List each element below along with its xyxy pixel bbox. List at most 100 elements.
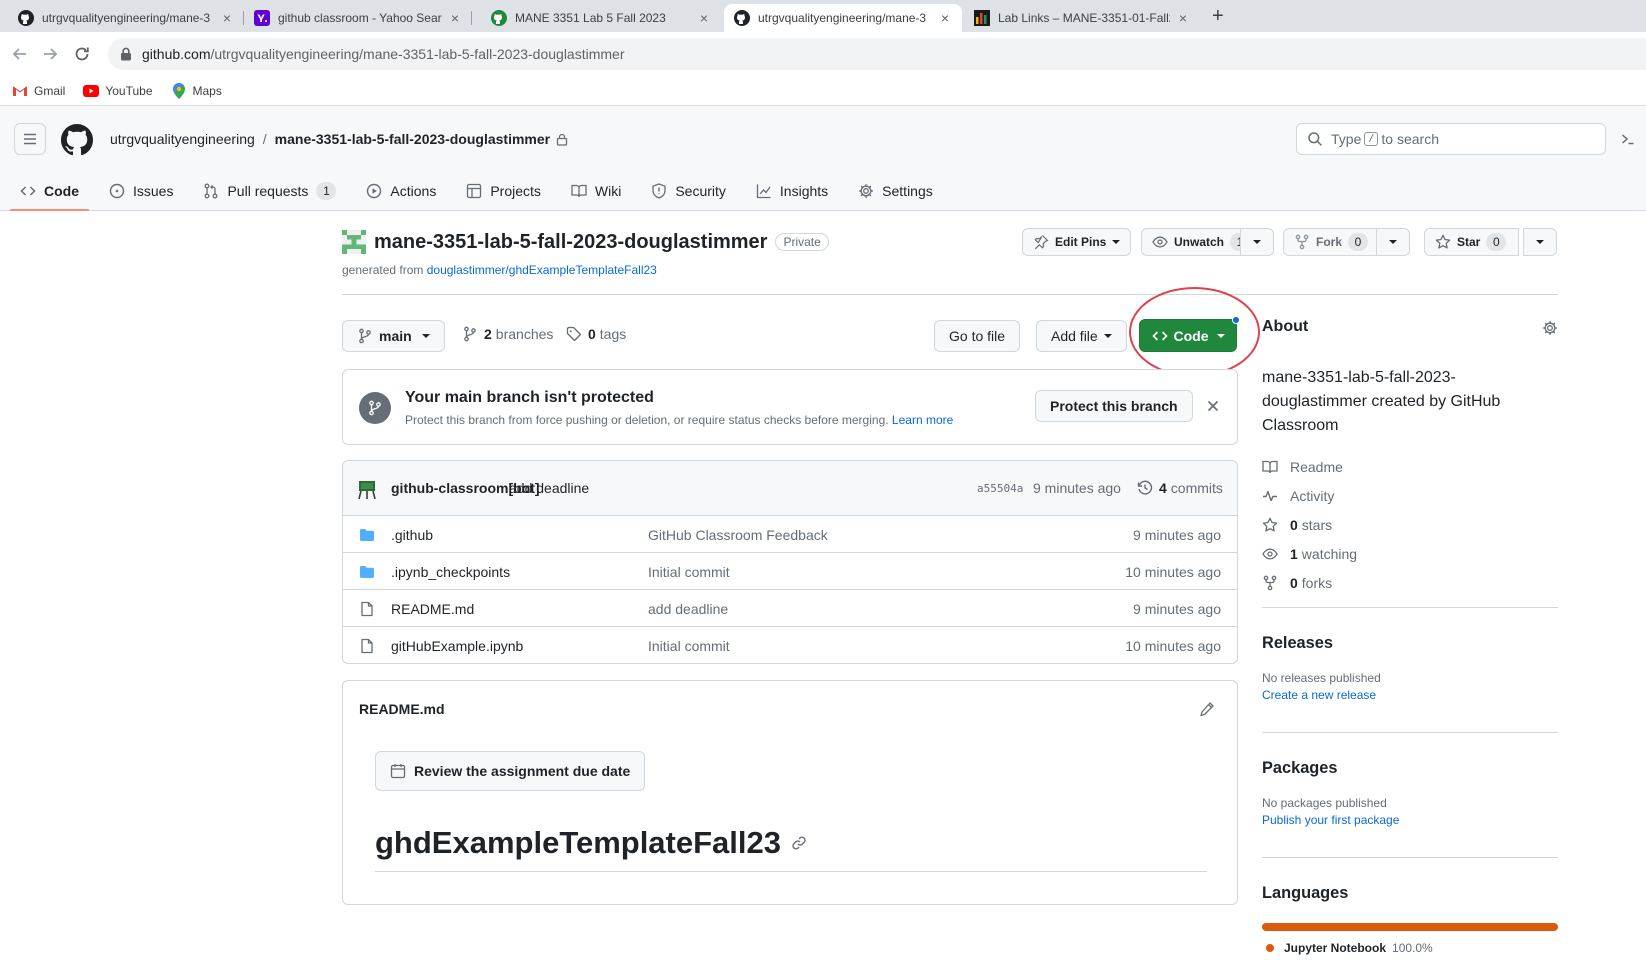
create-release-link[interactable]: Create a new release (1262, 688, 1558, 702)
back-arrow-icon[interactable] (8, 42, 32, 66)
language-name: Jupyter Notebook (1284, 941, 1387, 955)
branches-link[interactable]: 2 branches (462, 326, 553, 342)
branch-icon (359, 328, 371, 344)
link-icon[interactable] (791, 835, 807, 851)
bookmark-maps[interactable]: Maps (171, 82, 222, 99)
fork-dropdown-button[interactable] (1376, 228, 1410, 256)
browser-tab-1[interactable]: utrgvqualityengineering/mane-3 × (8, 4, 244, 32)
add-file-button[interactable]: Add file (1036, 320, 1127, 352)
close-icon[interactable]: × (1176, 10, 1190, 26)
file-name[interactable]: .ipynb_checkpoints (391, 564, 510, 580)
browser-tab-4-active[interactable]: utrgvqualityengineering/mane-3 × (724, 4, 962, 32)
watching-link[interactable]: 1 watching (1262, 539, 1558, 568)
review-due-date-button[interactable]: Review the assignment due date (375, 751, 646, 791)
file-commit-message[interactable]: add deadline (648, 601, 728, 617)
star-label: Star (1457, 235, 1481, 249)
file-commit-time: 9 minutes ago (1133, 601, 1221, 617)
commits-link[interactable]: 4 commits (1137, 480, 1223, 496)
hamburger-menu-icon[interactable] (14, 123, 46, 155)
close-icon[interactable]: × (220, 10, 234, 26)
bot-avatar (357, 479, 377, 499)
file-commit-message[interactable]: Initial commit (648, 564, 730, 580)
search-shortcut-key: / (1364, 132, 1379, 146)
releases-section: Releases No releases published Create a … (1262, 607, 1558, 702)
tab-wiki[interactable]: Wiki (561, 171, 631, 211)
tab-pull-requests[interactable]: Pull requests 1 (193, 171, 346, 211)
browser-tab-2[interactable]: github classroom - Yahoo Search × (244, 4, 472, 32)
table-row[interactable]: README.md add deadline 9 minutes ago (343, 590, 1237, 627)
watching-count: 1 (1290, 545, 1298, 562)
file-commit-message[interactable]: GitHub Classroom Feedback (648, 527, 828, 543)
code-icon (20, 186, 36, 196)
branch-select-button[interactable]: main (342, 320, 445, 352)
file-name[interactable]: .github (391, 527, 433, 543)
table-row[interactable]: .github GitHub Classroom Feedback 9 minu… (343, 516, 1237, 553)
tab-projects[interactable]: Projects (456, 171, 551, 211)
pulse-icon (1263, 490, 1277, 501)
star-button[interactable]: Star 0 (1424, 228, 1520, 256)
breadcrumb-owner[interactable]: utrgvqualityengineering (110, 131, 255, 147)
learn-more-link[interactable]: Learn more (892, 413, 953, 427)
address-bar[interactable]: github.com/utrgvqualityengineering/mane-… (108, 38, 1646, 70)
fork-label: Fork (1316, 235, 1343, 249)
breadcrumb-repo[interactable]: mane-3351-lab-5-fall-2023-douglastimmer (275, 131, 550, 147)
releases-heading[interactable]: Releases (1262, 634, 1558, 653)
gear-icon[interactable] (1542, 320, 1558, 339)
github-logo-icon[interactable] (61, 124, 93, 159)
file-commit-message[interactable]: Initial commit (648, 638, 730, 654)
publish-package-link[interactable]: Publish your first package (1262, 813, 1558, 827)
browser-tab-3[interactable]: MANE 3351 Lab 5 Fall 2023 × (481, 4, 721, 32)
reload-icon[interactable] (70, 42, 94, 66)
bookmark-youtube[interactable]: YouTube (83, 83, 153, 99)
caret-down-icon (1112, 240, 1121, 244)
tab-code-label: Code (44, 183, 79, 199)
youtube-icon (83, 83, 100, 99)
bookmark-gmail[interactable]: Gmail (12, 83, 65, 99)
tab-code[interactable]: Code (10, 171, 89, 211)
readme-title[interactable]: README.md (359, 701, 445, 717)
protect-branch-button[interactable]: Protect this branch (1035, 390, 1193, 422)
file-name[interactable]: README.md (391, 601, 474, 617)
annotation-highlight-circle (1129, 287, 1260, 377)
branch-protection-banner: Your main branch isn't protected Protect… (342, 369, 1238, 445)
readme-link[interactable]: Readme (1262, 452, 1558, 481)
tab-insights[interactable]: Insights (746, 171, 838, 211)
new-tab-button[interactable]: + (1212, 5, 1224, 27)
table-row[interactable]: .ipynb_checkpoints Initial commit 10 min… (343, 553, 1237, 590)
forward-arrow-icon[interactable] (38, 42, 62, 66)
yahoo-icon (254, 10, 270, 26)
commit-sha[interactable]: a55504a (977, 482, 1023, 495)
repo-name[interactable]: mane-3351-lab-5-fall-2023-douglastimmer (374, 231, 767, 254)
close-icon[interactable]: × (448, 10, 462, 26)
star-dropdown-button[interactable] (1523, 228, 1557, 256)
commit-time: 9 minutes ago (1033, 480, 1121, 496)
fork-button[interactable]: Fork 0 (1283, 228, 1382, 256)
edit-pins-button[interactable]: Edit Pins (1022, 228, 1132, 256)
tab-actions[interactable]: Actions (356, 171, 446, 211)
close-icon[interactable]: × (697, 10, 711, 26)
browser-tab-5[interactable]: Lab Links – MANE-3351-01-Fall2 × (964, 4, 1200, 32)
about-heading: About (1262, 318, 1309, 335)
close-icon[interactable] (1205, 398, 1221, 414)
commit-message[interactable]: add deadline (509, 480, 589, 496)
commits-count: 4 (1159, 480, 1167, 496)
tab-security[interactable]: Security (641, 171, 736, 211)
template-repo-link[interactable]: douglastimmer/ghdExampleTemplateFall23 (427, 263, 657, 277)
language-item[interactable]: Jupyter Notebook 100.0% (1262, 941, 1558, 955)
stars-link[interactable]: 0 stars (1262, 510, 1558, 539)
search-input[interactable]: Type / to search (1296, 123, 1606, 155)
unwatch-dropdown-button[interactable] (1240, 228, 1274, 256)
tab-settings[interactable]: Settings (848, 171, 943, 211)
table-row[interactable]: gitHubExample.ipynb Initial commit 10 mi… (343, 627, 1237, 663)
pencil-icon[interactable] (1199, 701, 1215, 720)
tags-link[interactable]: 0 tags (566, 326, 626, 342)
tab-issues[interactable]: Issues (99, 171, 183, 211)
close-icon[interactable]: × (938, 10, 952, 26)
file-list: github-classroom[bot] add deadline a5550… (342, 460, 1238, 664)
activity-link[interactable]: Activity (1262, 481, 1558, 510)
packages-heading[interactable]: Packages (1262, 759, 1558, 778)
command-palette-icon[interactable] (1612, 123, 1644, 155)
file-name[interactable]: gitHubExample.ipynb (391, 638, 523, 654)
go-to-file-button[interactable]: Go to file (934, 320, 1021, 352)
forks-link[interactable]: 0 forks (1262, 568, 1558, 597)
